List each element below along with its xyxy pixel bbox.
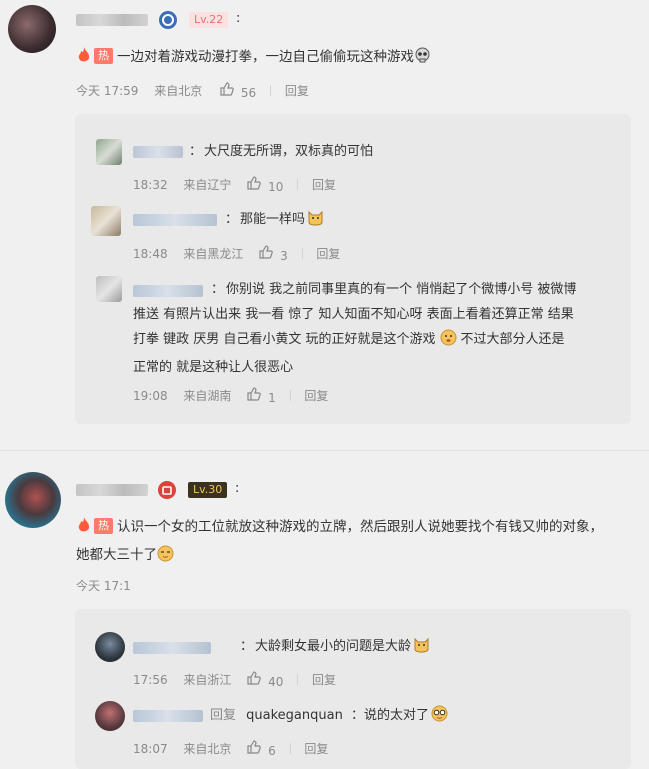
avatar[interactable] (8, 5, 56, 53)
like-count: 40 (268, 674, 284, 689)
timestamp: 今天 17:59 (76, 84, 139, 99)
level-badge: Lv.30 (188, 482, 228, 498)
like-button[interactable]: 3 (259, 245, 288, 263)
reply-button[interactable]: 回复 (304, 387, 328, 404)
comment-meta: 今天 17:59 来自北京 56 回复 (76, 82, 309, 100)
reply-button[interactable]: 回复 (312, 671, 336, 688)
comment-meta: 今天 17:1 (76, 577, 131, 594)
comment-divider (0, 450, 649, 451)
like-button[interactable]: 6 (247, 740, 276, 758)
location: 来自浙江 (183, 673, 232, 688)
hot-badge: 热 (94, 518, 113, 534)
reply-text-cont: 推送 有照片认出来 我一看 惊了 知人知面不知心呀 表面上看着还算正常 结果 打… (133, 307, 574, 375)
timestamp: 今天 17:1 (76, 579, 131, 593)
reply-meta: 19:08 来自湖南 1 回复 (133, 387, 328, 405)
location: 来自黑龙江 (183, 247, 244, 262)
username-blurred[interactable] (133, 642, 211, 654)
username-blurred[interactable] (133, 214, 217, 226)
divider (301, 248, 303, 260)
reply-text: 回复 quakeganquan ：说的太对了 (210, 703, 448, 731)
like-button[interactable]: 1 (247, 387, 276, 405)
thumbs-up-icon (220, 82, 234, 96)
reply-to-username[interactable]: quakeganquan (246, 708, 343, 723)
location: 来自北京 (183, 742, 232, 757)
vip-badge-icon (159, 11, 177, 29)
fire-icon (76, 46, 92, 73)
username-blurred[interactable] (133, 146, 183, 158)
location: 来自北京 (154, 84, 203, 99)
timestamp: 18:07 (133, 741, 168, 756)
divider (297, 674, 299, 686)
glasses-emoji-icon (431, 705, 448, 731)
divider (289, 743, 291, 755)
reply-button[interactable]: 回复 (312, 176, 336, 193)
cat-emoji-icon (413, 636, 430, 662)
timestamp: 18:32 (133, 177, 168, 192)
overlay-fade (130, 572, 220, 592)
comment-text: 热一边对着游戏动漫打拳，一边自己偷偷玩这种游戏 (76, 45, 636, 73)
avatar[interactable] (5, 472, 61, 528)
like-count: 6 (268, 743, 276, 758)
skull-emoji-icon (414, 47, 431, 73)
comment-text: 热认识一个女的工位就放这种游戏的立牌，然后跟别人说她要找个有钱又帅的对象， 她都… (76, 515, 641, 571)
cat-emoji-icon (307, 209, 324, 235)
reply-meta: 17:56 来自浙江 40 回复 (133, 671, 336, 689)
reply-text: ：你别说 我之前同事里真的有一个 悄悄起了个微博小号 被微博 (211, 282, 577, 297)
reply-button[interactable]: 回复 (285, 82, 309, 99)
level-badge: Lv.22 (189, 12, 229, 28)
crown-badge-icon (158, 481, 176, 499)
reply-meta: 18:07 来自北京 6 回复 (133, 740, 328, 758)
like-count: 1 (268, 390, 276, 405)
avatar[interactable] (96, 276, 122, 302)
thumbs-up-icon (259, 245, 274, 259)
thumbs-up-icon (247, 387, 262, 401)
avatar[interactable] (95, 701, 125, 731)
location: 来自辽宁 (183, 178, 232, 193)
shy-emoji-icon (440, 329, 457, 355)
like-count: 10 (268, 179, 284, 194)
like-button[interactable]: 40 (247, 671, 283, 689)
timestamp: 17:56 (133, 672, 168, 687)
thumbs-up-icon (247, 176, 262, 190)
reply-prefix: 回复 (210, 708, 237, 723)
reply-button[interactable]: 回复 (316, 245, 340, 262)
colon: : (236, 11, 241, 26)
username-blurred[interactable] (76, 14, 148, 26)
fire-icon (76, 516, 92, 543)
divider (297, 179, 299, 191)
reply-text: ：大龄剩女最小的问题是大龄 (240, 634, 430, 662)
divider (289, 390, 291, 402)
thumbs-up-icon (247, 671, 262, 685)
like-button[interactable]: 56 (220, 82, 256, 100)
avatar[interactable] (95, 632, 125, 662)
timestamp: 19:08 (133, 388, 168, 403)
reply-meta: 18:32 来自辽宁 10 回复 (133, 176, 336, 194)
username-blurred[interactable] (133, 285, 203, 297)
like-button[interactable]: 10 (247, 176, 283, 194)
timestamp: 18:48 (133, 246, 168, 261)
location: 来自湖南 (183, 389, 232, 404)
username-blurred[interactable] (76, 484, 148, 496)
hot-badge: 热 (94, 48, 113, 64)
smug-emoji-icon (157, 545, 174, 571)
colon: : (235, 481, 240, 496)
like-count: 3 (280, 248, 288, 263)
reply-button[interactable]: 回复 (304, 740, 328, 757)
comment-body: 一边对着游戏动漫打拳，一边自己偷偷玩这种游戏 (117, 49, 414, 65)
divider (270, 85, 272, 97)
reply-text: ：大尺度无所谓，双标真的可怕 (189, 144, 374, 159)
like-count: 56 (240, 85, 257, 100)
reply-text: ：那能一样吗 (225, 207, 324, 235)
reply-meta: 18:48 来自黑龙江 3 回复 (133, 245, 340, 263)
avatar[interactable] (91, 206, 121, 236)
avatar[interactable] (96, 139, 122, 165)
username-blurred[interactable] (133, 710, 203, 722)
thumbs-up-icon (247, 740, 262, 754)
